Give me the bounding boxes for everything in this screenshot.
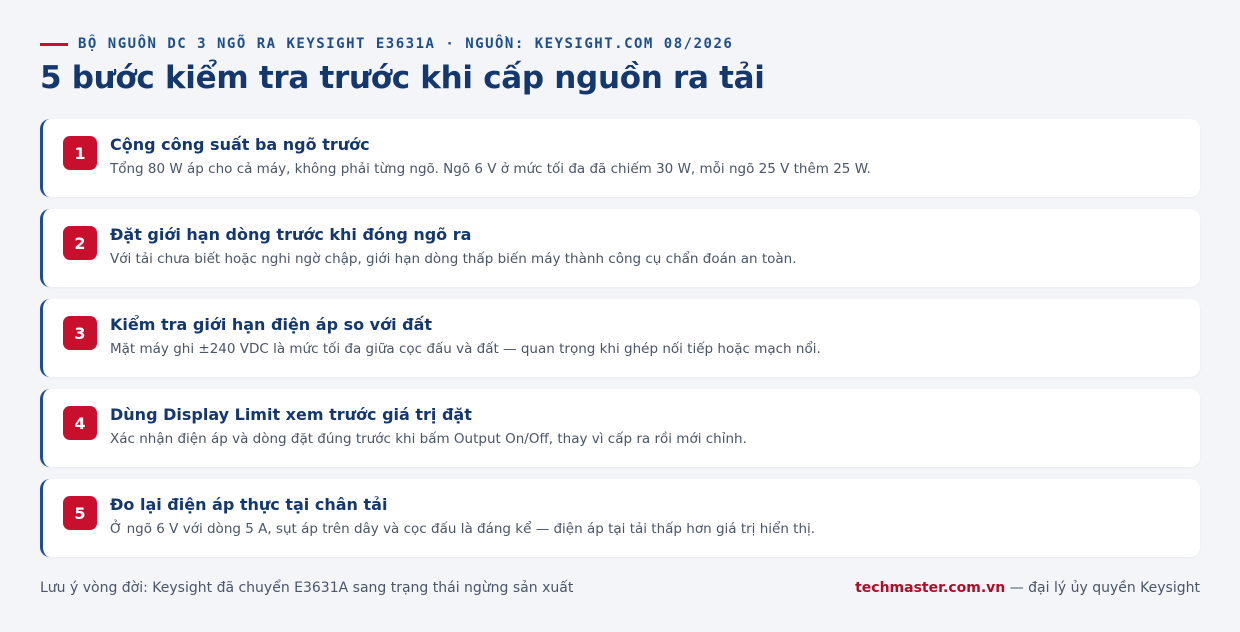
step-number-badge: 4 <box>63 406 97 440</box>
footer-suffix: — đại lý ủy quyền Keysight <box>1005 580 1200 596</box>
step-card-3: 3 Kiểm tra giới hạn điện áp so với đất M… <box>40 299 1200 377</box>
step-number-badge: 3 <box>63 316 97 350</box>
step-number-badge: 2 <box>63 226 97 260</box>
step-description: Ở ngõ 6 V với dòng 5 A, sụt áp trên dây … <box>110 521 816 537</box>
step-title: Đo lại điện áp thực tại chân tải <box>110 495 388 514</box>
step-card-2: 2 Đặt giới hạn dòng trước khi đóng ngõ r… <box>40 209 1200 287</box>
footer-brand-link[interactable]: techmaster.com.vn <box>855 580 1005 596</box>
step-title: Cộng công suất ba ngõ trước <box>110 135 370 154</box>
footer-credit: techmaster.com.vn — đại lý ủy quyền Keys… <box>855 580 1200 596</box>
step-description: Tổng 80 W áp cho cả máy, không phải từng… <box>110 161 871 177</box>
step-title: Kiểm tra giới hạn điện áp so với đất <box>110 315 433 334</box>
step-title: Đặt giới hạn dòng trước khi đóng ngõ ra <box>110 225 472 244</box>
step-card-1: 1 Cộng công suất ba ngõ trước Tổng 80 W … <box>40 119 1200 197</box>
page-title: 5 bước kiểm tra trước khi cấp nguồn ra t… <box>40 60 765 96</box>
header-kicker: BỘ NGUỒN DC 3 NGÕ RA KEYSIGHT E3631A · N… <box>40 36 733 52</box>
steps-list: 1 Cộng công suất ba ngõ trước Tổng 80 W … <box>40 119 1200 569</box>
step-description: Với tải chưa biết hoặc nghi ngờ chập, gi… <box>110 251 797 267</box>
step-number-badge: 5 <box>63 496 97 530</box>
kicker-text: BỘ NGUỒN DC 3 NGÕ RA KEYSIGHT E3631A · N… <box>78 36 734 52</box>
step-description: Xác nhận điện áp và dòng đặt đúng trước … <box>110 431 747 447</box>
step-card-4: 4 Dùng Display Limit xem trước giá trị đ… <box>40 389 1200 467</box>
step-title: Dùng Display Limit xem trước giá trị đặt <box>110 405 472 424</box>
step-card-5: 5 Đo lại điện áp thực tại chân tải Ở ngõ… <box>40 479 1200 557</box>
step-number-badge: 1 <box>63 136 97 170</box>
kicker-accent-bar <box>40 42 68 46</box>
footer-lifecycle-note: Lưu ý vòng đời: Keysight đã chuyển E3631… <box>40 580 574 596</box>
step-description: Mặt máy ghi ±240 VDC là mức tối đa giữa … <box>110 341 821 357</box>
